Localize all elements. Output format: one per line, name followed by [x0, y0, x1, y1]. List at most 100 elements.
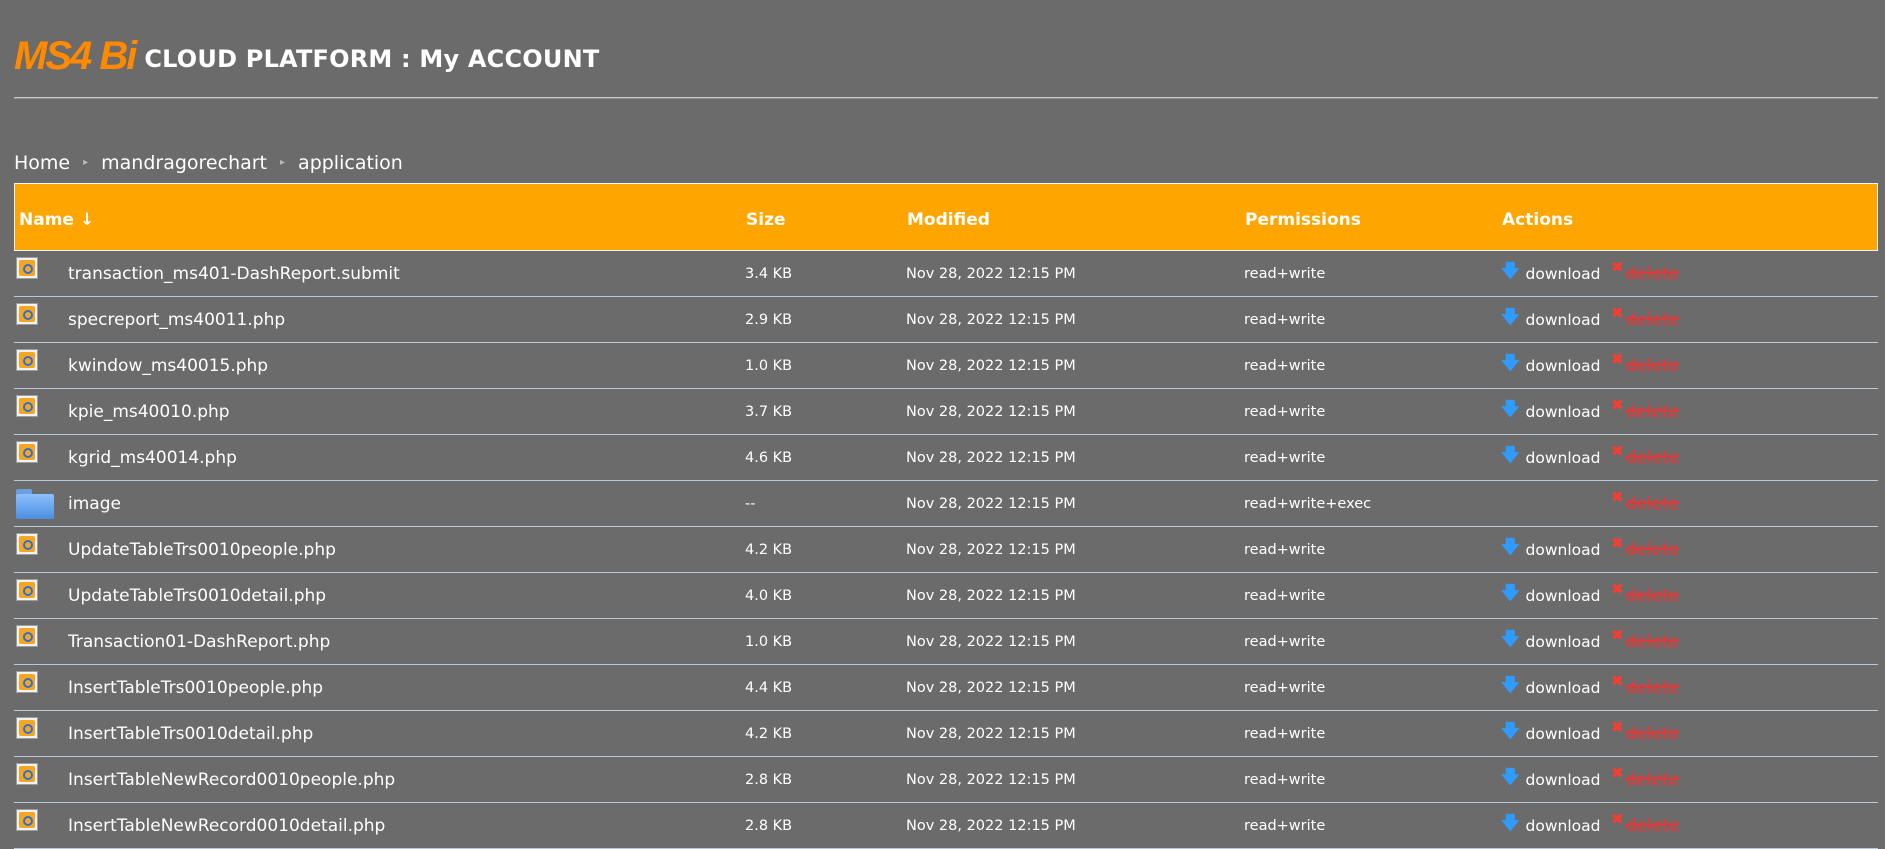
file-name-link[interactable]: kpie_ms40010.php — [68, 389, 230, 434]
table-row[interactable]: specreport_ms40011.php 2.9 KB Nov 28, 2022… — [14, 297, 1878, 343]
file-name-link[interactable]: image — [68, 481, 121, 526]
file-size: 3.7 KB — [745, 403, 793, 420]
download-button[interactable]: 🡇 download — [1501, 665, 1600, 710]
file-size: 2.8 KB — [745, 817, 793, 834]
table-row[interactable]: kgrid_ms40014.php 4.6 KB Nov 28, 2022 12:1… — [14, 435, 1878, 481]
file-size: 2.9 KB — [745, 311, 793, 328]
file-permissions: read+write — [1244, 311, 1326, 328]
column-header-modified[interactable]: Modified — [907, 210, 990, 230]
page-title: CLOUD PLATFORM : My ACCOUNT — [144, 45, 600, 73]
delete-button[interactable]: ✖ delete — [1611, 573, 1679, 618]
header-divider — [14, 97, 1878, 99]
file-name-link[interactable]: transaction_ms401-DashReport.submit — [68, 251, 400, 296]
download-button[interactable]: 🡇 download — [1501, 251, 1600, 296]
file-modified: Nov 28, 2022 12:15 PM — [906, 449, 1076, 466]
table-row[interactable]: InsertTableNewRecord0010detail.php 2.8 KB… — [14, 803, 1878, 849]
download-button[interactable]: 🡇 download — [1501, 711, 1600, 756]
file-name-link[interactable]: InsertTableTrs0010detail.php — [68, 711, 313, 756]
delete-label: delete — [1625, 493, 1680, 514]
delete-button[interactable]: ✖ delete — [1611, 389, 1679, 434]
download-button[interactable]: 🡇 download — [1501, 757, 1600, 802]
delete-button[interactable]: ✖ delete — [1611, 343, 1679, 388]
file-name-link[interactable]: UpdateTableTrs0010people.php — [68, 527, 336, 572]
row-icon-cell — [16, 297, 58, 342]
php-file-icon — [16, 670, 38, 693]
table-row[interactable]: image -- Nov 28, 2022 12:15 PM read+write+e… — [14, 481, 1878, 527]
column-name-label: Name — [19, 210, 74, 230]
delete-x-icon: ✖ — [1611, 809, 1624, 828]
file-size: 4.4 KB — [745, 679, 793, 696]
ms4bi-logo[interactable]: MS4 Bi — [14, 36, 137, 76]
delete-x-icon: ✖ — [1611, 717, 1624, 736]
file-name-link[interactable]: specreport_ms40011.php — [68, 297, 285, 342]
file-size: 4.2 KB — [745, 541, 793, 558]
column-header-name[interactable]: Name ↓ — [19, 210, 94, 230]
table-row[interactable]: UpdateTableTrs0010people.php 4.2 KB Nov 28… — [14, 527, 1878, 573]
table-row[interactable]: kwindow_ms40015.php 1.0 KB Nov 28, 2022 12… — [14, 343, 1878, 389]
delete-button[interactable]: ✖ delete — [1611, 757, 1679, 802]
file-name-link[interactable]: InsertTableTrs0010people.php — [68, 665, 323, 710]
table-row[interactable]: InsertTableTrs0010detail.php 4.2 KB Nov 28… — [14, 711, 1878, 757]
file-size: -- — [745, 495, 756, 512]
file-permissions: read+write — [1244, 587, 1326, 604]
file-name-link[interactable]: kgrid_ms40014.php — [68, 435, 237, 480]
download-button[interactable]: 🡇 download — [1501, 343, 1600, 388]
delete-label: delete — [1625, 355, 1680, 376]
row-icon-cell — [16, 757, 58, 802]
delete-label: delete — [1625, 401, 1680, 422]
column-header-size[interactable]: Size — [746, 210, 786, 230]
download-label: download — [1525, 448, 1601, 467]
file-name-link[interactable]: Transaction01-DashReport.php — [68, 619, 330, 664]
download-button[interactable]: 🡇 download — [1501, 297, 1600, 342]
php-file-icon — [16, 348, 38, 371]
file-modified: Nov 28, 2022 12:15 PM — [906, 311, 1076, 328]
delete-x-icon: ✖ — [1611, 349, 1624, 368]
breadcrumb-home[interactable]: Home — [14, 152, 70, 174]
delete-x-icon: ✖ — [1611, 625, 1624, 644]
download-label: download — [1525, 356, 1601, 375]
delete-label: delete — [1625, 585, 1680, 606]
table-row[interactable]: UpdateTableTrs0010detail.php 4.0 KB Nov 28… — [14, 573, 1878, 619]
file-permissions: read+write — [1244, 679, 1326, 696]
delete-button[interactable]: ✖ delete — [1611, 481, 1679, 526]
delete-button[interactable]: ✖ delete — [1611, 665, 1679, 710]
download-button[interactable]: 🡇 download — [1501, 435, 1600, 480]
download-button[interactable]: 🡇 download — [1501, 389, 1600, 434]
file-name-link[interactable]: InsertTableNewRecord0010detail.php — [68, 803, 385, 848]
download-button[interactable]: 🡇 download — [1501, 527, 1600, 572]
delete-button[interactable]: ✖ delete — [1611, 297, 1679, 342]
table-row[interactable]: Transaction01-DashReport.php 1.0 KB Nov 28… — [14, 619, 1878, 665]
delete-label: delete — [1625, 309, 1680, 330]
row-icon-cell — [16, 527, 58, 572]
php-file-icon — [16, 808, 38, 831]
delete-button[interactable]: ✖ delete — [1611, 711, 1679, 756]
file-permissions: read+write — [1244, 449, 1326, 466]
download-button[interactable]: 🡇 download — [1501, 803, 1600, 848]
table-row[interactable]: transaction_ms401-DashReport.submit 3.4 K… — [14, 251, 1878, 297]
file-name-link[interactable]: kwindow_ms40015.php — [68, 343, 268, 388]
breadcrumb-application[interactable]: application — [298, 152, 403, 174]
table-row[interactable]: InsertTableTrs0010people.php 4.4 KB Nov 28… — [14, 665, 1878, 711]
delete-label: delete — [1625, 815, 1680, 836]
file-modified: Nov 28, 2022 12:15 PM — [906, 633, 1076, 650]
delete-button[interactable]: ✖ delete — [1611, 619, 1679, 664]
download-label: download — [1525, 264, 1601, 283]
file-modified: Nov 28, 2022 12:15 PM — [906, 817, 1076, 834]
delete-button[interactable]: ✖ delete — [1611, 527, 1679, 572]
file-name-link[interactable]: UpdateTableTrs0010detail.php — [68, 573, 326, 618]
download-button[interactable]: 🡇 download — [1501, 573, 1600, 618]
column-header-permissions[interactable]: Permissions — [1245, 210, 1361, 230]
row-icon-cell — [16, 665, 58, 710]
php-file-icon — [16, 440, 38, 463]
delete-button[interactable]: ✖ delete — [1611, 251, 1679, 296]
file-name-link[interactable]: InsertTableNewRecord0010people.php — [68, 757, 395, 802]
breadcrumb-mandragorechart[interactable]: mandragorechart — [101, 152, 267, 174]
file-modified: Nov 28, 2022 12:15 PM — [906, 679, 1076, 696]
table-row[interactable]: InsertTableNewRecord0010people.php 2.8 KB… — [14, 757, 1878, 803]
file-modified: Nov 28, 2022 12:15 PM — [906, 495, 1076, 512]
table-row[interactable]: kpie_ms40010.php 3.7 KB Nov 28, 2022 12:15… — [14, 389, 1878, 435]
file-size: 3.4 KB — [745, 265, 793, 282]
delete-button[interactable]: ✖ delete — [1611, 435, 1679, 480]
delete-button[interactable]: ✖ delete — [1611, 803, 1679, 848]
download-button[interactable]: 🡇 download — [1501, 619, 1600, 664]
